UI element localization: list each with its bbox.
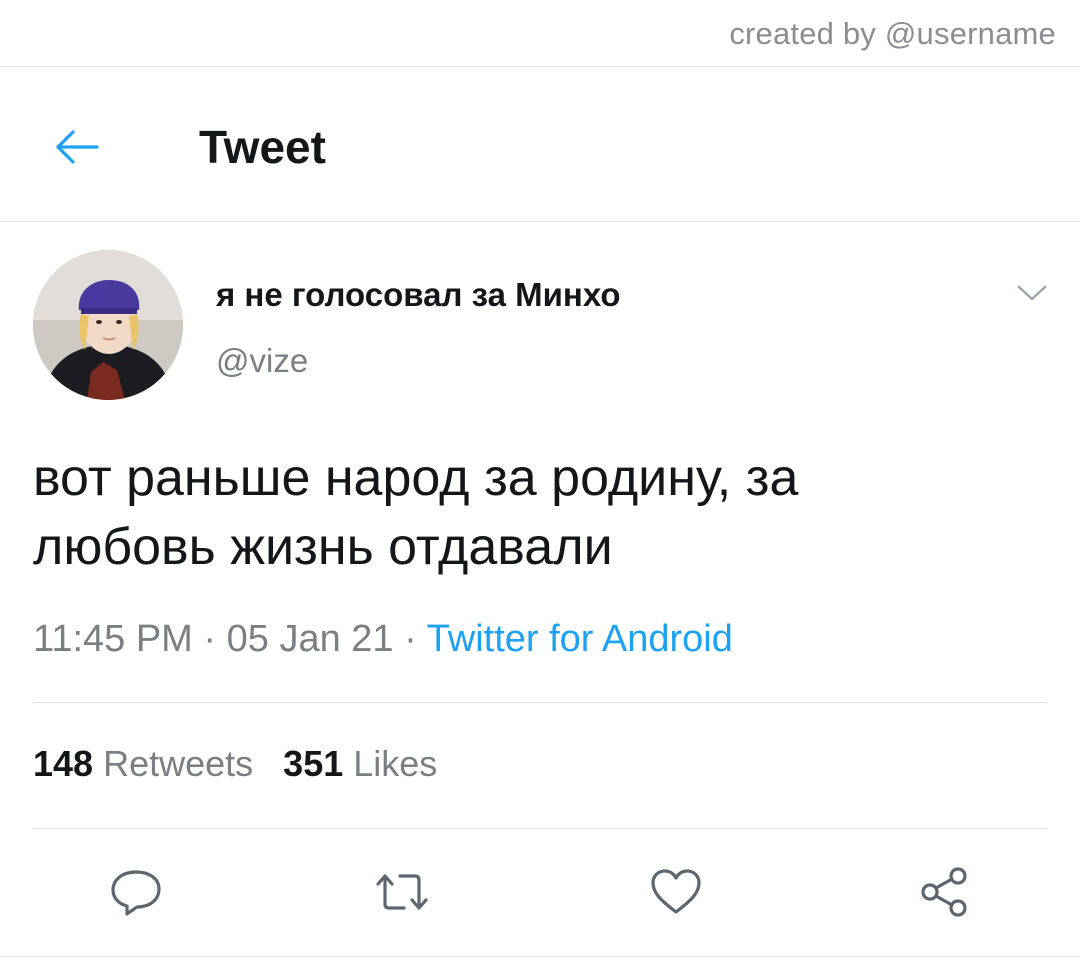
divider xyxy=(0,221,1080,222)
retweets-stat[interactable]: 148 Retweets xyxy=(33,743,253,784)
heart-icon xyxy=(651,869,701,914)
retweets-count: 148 xyxy=(33,743,94,784)
divider xyxy=(0,66,1080,67)
watermark-text: created by @username xyxy=(729,16,1056,51)
like-button[interactable] xyxy=(644,862,708,922)
likes-stat[interactable]: 351 Likes xyxy=(283,743,437,784)
share-button[interactable] xyxy=(912,862,976,922)
tweet-date: 05 Jan 21 xyxy=(226,618,394,660)
avatar[interactable] xyxy=(33,250,183,400)
likes-label: Likes xyxy=(353,743,438,784)
arrow-left-icon xyxy=(56,130,99,164)
share-icon xyxy=(921,867,967,917)
divider xyxy=(0,956,1080,957)
tweet-text: вот раньше народ за родину, за любовь жи… xyxy=(33,444,1043,582)
meta-separator: · xyxy=(393,618,427,660)
tweet-text-line: любовь жизнь отдавали xyxy=(33,518,613,576)
divider xyxy=(33,828,1047,829)
author-display-name[interactable]: я не голосовал за Минхо xyxy=(216,276,621,314)
author-handle[interactable]: @vize xyxy=(216,342,308,380)
likes-count: 351 xyxy=(283,743,344,784)
page-title: Tweet xyxy=(199,121,326,173)
retweet-icon xyxy=(376,874,428,910)
divider xyxy=(33,702,1047,703)
tweet-time: 11:45 PM xyxy=(33,618,193,660)
reply-button[interactable] xyxy=(104,862,168,922)
more-options-button[interactable] xyxy=(1012,278,1052,308)
chevron-down-icon xyxy=(1017,285,1047,301)
back-button[interactable] xyxy=(50,122,104,172)
tweet-stats: 148 Retweets 351 Likes xyxy=(33,743,437,785)
avatar-photo-icon xyxy=(33,250,183,400)
retweets-label: Retweets xyxy=(103,743,254,784)
tweet-meta: 11:45 PM · 05 Jan 21 · Twitter for Andro… xyxy=(33,618,733,661)
retweet-button[interactable] xyxy=(370,862,434,922)
tweet-source-link[interactable]: Twitter for Android xyxy=(427,618,733,660)
reply-icon xyxy=(111,870,161,916)
tweet-text-line: вот раньше народ за родину, за xyxy=(33,449,799,507)
tweet-screen: created by @username Tweet я не голосова… xyxy=(0,0,1080,976)
meta-separator: · xyxy=(192,618,227,660)
